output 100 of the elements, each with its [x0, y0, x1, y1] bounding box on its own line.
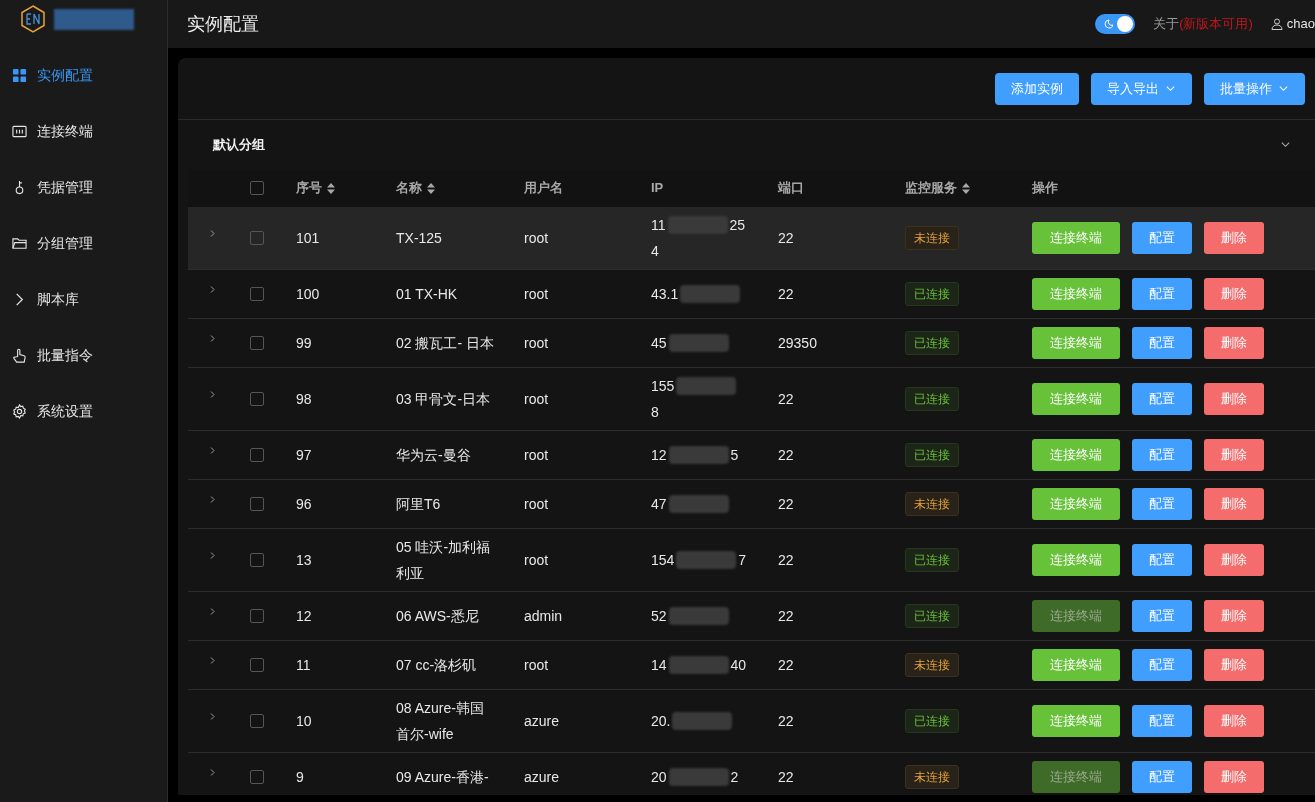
table-cell: root — [524, 285, 549, 302]
table-cell-text: 09 Azure-香港- — [396, 768, 490, 787]
toolbar-button[interactable]: 导入导出 — [1091, 72, 1192, 105]
status-tag: 已连接 — [905, 604, 959, 628]
column-header: 序号 — [296, 179, 322, 198]
delete-button[interactable]: 删除 — [1204, 600, 1264, 632]
sort-icon[interactable] — [962, 182, 970, 194]
delete-button[interactable]: 删除 — [1204, 705, 1264, 737]
column-header: 用户名 — [524, 179, 563, 198]
grid-icon — [12, 67, 27, 83]
table-cell: 12 — [296, 607, 312, 624]
connect-terminal-button[interactable]: 连接终端 — [1032, 222, 1120, 254]
sidebar-item[interactable]: 分组管理 — [0, 215, 167, 271]
table-cell-text: 5 — [730, 446, 739, 465]
table-cell: 22 — [778, 551, 794, 568]
row-checkbox[interactable] — [250, 714, 264, 728]
column-header: IP — [651, 179, 664, 198]
config-button[interactable]: 配置 — [1132, 544, 1192, 576]
status-tag: 已连接 — [905, 443, 959, 467]
table-cell: azure — [524, 768, 560, 785]
config-button[interactable]: 配置 — [1132, 649, 1192, 681]
expand-icon — [208, 550, 217, 560]
delete-button[interactable]: 删除 — [1204, 439, 1264, 471]
row-checkbox[interactable] — [250, 553, 264, 567]
table-cell: root — [524, 656, 549, 673]
table-cell-text: 20. — [651, 712, 671, 731]
config-button[interactable]: 配置 — [1132, 761, 1192, 793]
delete-button[interactable]: 删除 — [1204, 278, 1264, 310]
logo-icon — [20, 5, 46, 33]
expand-icon — [208, 606, 217, 616]
connect-terminal-button[interactable]: 连接终端 — [1032, 327, 1120, 359]
sidebar-item[interactable]: 连接终端 — [0, 103, 167, 159]
config-button[interactable]: 配置 — [1132, 327, 1192, 359]
sidebar-item[interactable]: 脚本库 — [0, 271, 167, 327]
status-tag: 已连接 — [905, 387, 959, 411]
table-cell: 101 — [296, 229, 320, 246]
connect-terminal-button[interactable]: 连接终端 — [1032, 649, 1120, 681]
table-cell: 29350 — [778, 334, 817, 351]
expand-icon — [208, 655, 217, 665]
delete-button[interactable]: 删除 — [1204, 327, 1264, 359]
redacted-block — [676, 551, 737, 569]
row-checkbox[interactable] — [250, 231, 264, 245]
config-button[interactable]: 配置 — [1132, 383, 1192, 415]
about-link[interactable]: 关于(新版本可用) — [1153, 14, 1253, 34]
table-cell-text: 155 — [651, 377, 675, 396]
delete-button[interactable]: 删除 — [1204, 383, 1264, 415]
connect-terminal-button[interactable]: 连接终端 — [1032, 544, 1120, 576]
select-all-checkbox[interactable] — [250, 181, 264, 195]
redacted-block — [676, 377, 737, 395]
delete-button[interactable]: 删除 — [1204, 649, 1264, 681]
column-header: 名称 — [396, 179, 422, 198]
sidebar-item[interactable]: 系统设置 — [0, 383, 167, 439]
caret-icon — [1278, 83, 1289, 94]
toolbar-button[interactable]: 批量操作 — [1204, 72, 1305, 105]
config-button[interactable]: 配置 — [1132, 705, 1192, 737]
row-checkbox[interactable] — [250, 336, 264, 350]
connect-terminal-button[interactable]: 连接终端 — [1032, 278, 1120, 310]
delete-button[interactable]: 删除 — [1204, 222, 1264, 254]
row-checkbox[interactable] — [250, 497, 264, 511]
status-tag: 未连接 — [905, 765, 959, 789]
connect-terminal-button[interactable]: 连接终端 — [1032, 705, 1120, 737]
config-button[interactable]: 配置 — [1132, 278, 1192, 310]
delete-button[interactable]: 删除 — [1204, 544, 1264, 576]
table-cell: root — [524, 551, 549, 568]
config-button[interactable]: 配置 — [1132, 222, 1192, 254]
table-cell: 22 — [778, 229, 794, 246]
sort-icon[interactable] — [327, 182, 335, 194]
row-checkbox[interactable] — [250, 770, 264, 784]
chevron-icon — [1280, 139, 1291, 150]
row-checkbox[interactable] — [250, 658, 264, 672]
config-button[interactable]: 配置 — [1132, 439, 1192, 471]
toolbar-button[interactable]: 添加实例 — [995, 72, 1079, 105]
delete-button[interactable]: 删除 — [1204, 761, 1264, 793]
table-cell: root — [524, 229, 549, 246]
column-header: 端口 — [778, 179, 804, 198]
redacted-block — [668, 495, 729, 513]
config-button[interactable]: 配置 — [1132, 600, 1192, 632]
status-tag: 已连接 — [905, 548, 959, 572]
connect-terminal-button[interactable]: 连接终端 — [1032, 439, 1120, 471]
row-checkbox[interactable] — [250, 448, 264, 462]
table-cell-text: 03 甲骨文-日本 — [396, 390, 492, 409]
group-header[interactable]: 默认分组 — [178, 120, 1315, 169]
table-cell-text: 25 — [729, 216, 746, 235]
table-cell: root — [524, 446, 549, 463]
table-cell: 98 — [296, 390, 312, 407]
table-cell-text: 7 — [738, 551, 747, 570]
theme-switch[interactable] — [1095, 14, 1136, 34]
table-cell: 22 — [778, 607, 794, 624]
row-checkbox[interactable] — [250, 287, 264, 301]
sort-icon[interactable] — [427, 182, 435, 194]
delete-button[interactable]: 删除 — [1204, 488, 1264, 520]
sidebar-item[interactable]: 实例配置 — [0, 47, 167, 103]
connect-terminal-button[interactable]: 连接终端 — [1032, 383, 1120, 415]
sidebar-item[interactable]: 凭据管理 — [0, 159, 167, 215]
row-checkbox[interactable] — [250, 392, 264, 406]
config-button[interactable]: 配置 — [1132, 488, 1192, 520]
row-checkbox[interactable] — [250, 609, 264, 623]
sidebar-item[interactable]: 批量指令 — [0, 327, 167, 383]
connect-terminal-button[interactable]: 连接终端 — [1032, 488, 1120, 520]
table-cell-text: 08 Azure-韩国首尔-wife — [396, 699, 485, 744]
